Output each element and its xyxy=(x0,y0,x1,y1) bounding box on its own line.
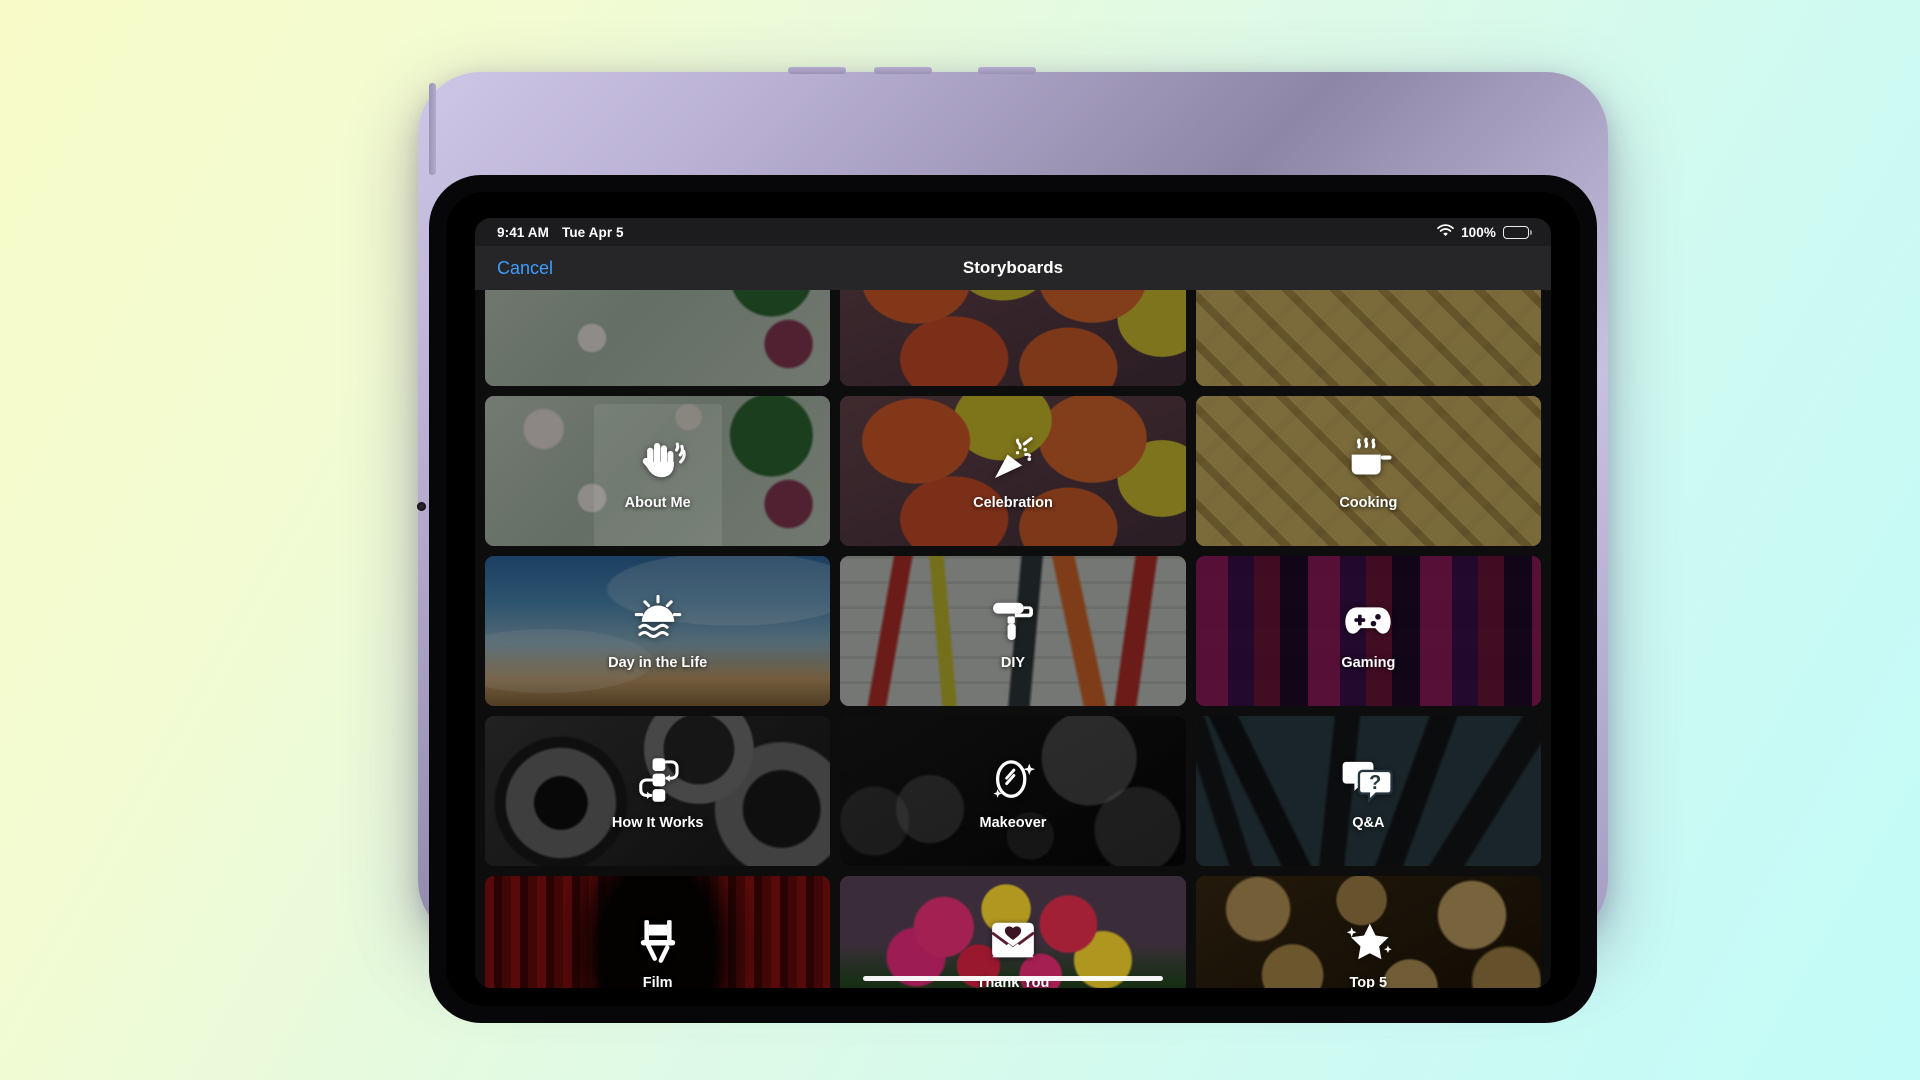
storyboard-card-thank-you[interactable]: Thank You xyxy=(840,876,1186,988)
storyboard-card-placeholder[interactable] xyxy=(485,290,831,386)
storyboard-card-about-me[interactable]: About Me xyxy=(485,396,831,546)
party-popper-icon xyxy=(984,431,1042,489)
home-indicator[interactable] xyxy=(863,976,1163,981)
card-label: Gaming xyxy=(1341,655,1396,671)
storyboard-grid: About Me Celebration Cooking Day in the … xyxy=(475,290,1551,988)
status-bar-left: 9:41 AM Tue Apr 5 xyxy=(497,225,624,240)
storyboard-card-diy[interactable]: DIY xyxy=(840,556,1186,706)
envelope-heart-icon xyxy=(984,911,1042,969)
storyboards-modal-sheet: 9:41 AM Tue Apr 5 100% Cancel Storyboard… xyxy=(475,218,1551,988)
card-label: Cooking xyxy=(1339,495,1398,511)
device-bezel: 9:41 AM Tue Apr 5 100% Cancel Storyboard… xyxy=(429,175,1597,1023)
storyboard-card-placeholder[interactable] xyxy=(1195,290,1541,386)
flow-steps-icon xyxy=(629,751,687,809)
waving-hands-icon xyxy=(629,431,687,489)
storyboard-card-day-in-the-life[interactable]: Day in the Life xyxy=(485,556,831,706)
star-sparkle-icon xyxy=(1339,911,1397,969)
ipad-device-frame: 9:41 AM Tue Apr 5 100% Cancel Storyboard… xyxy=(417,67,1608,1023)
card-label: DIY xyxy=(1000,655,1026,671)
storyboard-grid-scroll[interactable]: About Me Celebration Cooking Day in the … xyxy=(475,290,1551,988)
card-label: Q&A xyxy=(1352,815,1385,831)
wifi-icon xyxy=(1437,224,1454,240)
mirror-sparkle-icon xyxy=(984,751,1042,809)
card-label: Day in the Life xyxy=(608,655,708,671)
card-label: Film xyxy=(642,975,673,988)
card-label: How It Works xyxy=(611,815,704,831)
storyboard-card-makeover[interactable]: Makeover xyxy=(840,716,1186,866)
card-label: Makeover xyxy=(979,815,1047,831)
volume-button-down[interactable] xyxy=(874,67,932,74)
storyboard-card-cooking[interactable]: Cooking xyxy=(1195,396,1541,546)
volume-button-up[interactable] xyxy=(788,67,846,74)
status-date: Tue Apr 5 xyxy=(561,224,624,240)
ipad-screen: 9:41 AM Tue Apr 5 100% Cancel Storyboard… xyxy=(446,192,1580,1006)
game-controller-icon xyxy=(1339,591,1397,649)
storyboard-card-top-5[interactable]: Top 5 xyxy=(1195,876,1541,988)
status-time: 9:41 AM xyxy=(497,224,549,240)
status-bar: 9:41 AM Tue Apr 5 100% xyxy=(475,218,1551,246)
side-button[interactable] xyxy=(429,83,436,175)
speech-question-icon: ? xyxy=(1339,751,1397,809)
sunrise-waves-icon xyxy=(629,591,687,649)
front-camera-icon xyxy=(417,502,426,511)
status-bar-right: 100% xyxy=(1437,224,1532,240)
svg-text:?: ? xyxy=(1369,772,1381,794)
storyboard-card-placeholder[interactable] xyxy=(840,290,1186,386)
page-title: Storyboards xyxy=(962,258,1064,277)
card-label: About Me xyxy=(624,495,691,511)
storyboard-card-gaming[interactable]: Gaming xyxy=(1195,556,1541,706)
power-button[interactable] xyxy=(978,67,1036,74)
storyboard-card-celebration[interactable]: Celebration xyxy=(840,396,1186,546)
storyboard-card-how-it-works[interactable]: How It Works xyxy=(485,716,831,866)
battery-percent-label: 100% xyxy=(1461,224,1496,240)
storyboard-card-qa[interactable]: ? Q&A xyxy=(1195,716,1541,866)
card-label: Celebration xyxy=(973,495,1053,511)
battery-full-icon xyxy=(1503,225,1532,239)
paint-roller-icon xyxy=(984,591,1042,649)
storyboard-card-film[interactable]: Film xyxy=(485,876,831,988)
director-chair-icon xyxy=(629,911,687,969)
card-label: Top 5 xyxy=(1349,975,1388,988)
steaming-pot-icon xyxy=(1339,431,1397,489)
navigation-bar: Cancel Storyboards xyxy=(475,246,1551,290)
